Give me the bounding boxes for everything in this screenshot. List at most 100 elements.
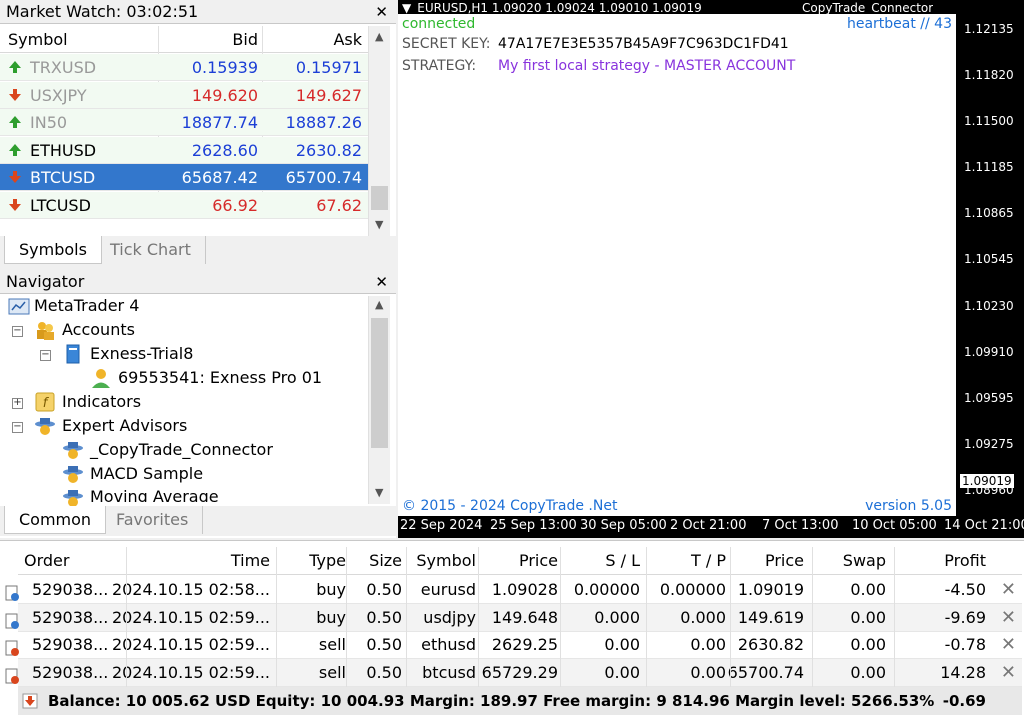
order-col-header[interactable]: Size [369,547,402,575]
col-ask[interactable]: Ask [333,30,362,49]
tree-ea-item[interactable]: MACD Sample [90,462,203,486]
order-cell: btcusd [422,662,476,682]
order-cell: 2630.82 [737,635,804,654]
secret-key-value: 47A17E7E3E5357B45A9F7C963DC1FD41 [498,36,789,52]
collapse-icon[interactable]: − [12,326,23,337]
scroll-up-icon[interactable]: ▲ [375,30,383,43]
collapse-icon[interactable]: − [40,350,51,361]
order-row[interactable]: 529038... 2024.10.15 02:59... sell 0.50 ethu… [5,631,1022,659]
strategy-value: My first local strategy - MASTER ACCOUNT [498,58,796,74]
order-cell: 149.619 [737,607,804,627]
tree-server[interactable]: Exness-Trial8 [90,342,193,366]
scroll-down-icon[interactable]: ▼ [375,218,383,231]
tab-favorites[interactable]: Favorites [102,506,204,534]
market-watch-title-text: Market Watch: 03:02:51 [6,2,199,21]
order-cell: 0.00 [850,635,886,654]
order-cell: 0.50 [366,580,402,599]
order-cell: 0.00 [850,607,886,627]
ask-price: 18887.26 [285,113,362,132]
order-col-header[interactable]: S / L [605,547,640,575]
accounts-icon [37,322,54,340]
price-tick: 1.09275 [964,437,1014,451]
symbol-row[interactable]: USXJPY 149.620 149.627 [0,81,368,109]
tab-tick-chart[interactable]: Tick Chart [96,236,206,264]
scroll-thumb[interactable] [371,318,388,448]
symbol-row[interactable]: IN50 18877.74 18887.26 [0,109,368,136]
tab-common[interactable]: Common [4,506,107,534]
close-order-icon[interactable]: ✕ [1001,580,1016,600]
tree-account[interactable]: 69553541: Exness Pro 01 [118,366,322,390]
symbol-name: USXJPY [30,85,87,105]
tree-ea-item[interactable]: _CopyTrade_Connector [90,438,273,462]
tree-root[interactable]: MetaTrader 4 [34,294,139,318]
order-col-header[interactable]: Symbol [416,547,476,575]
close-order-icon[interactable]: ✕ [1001,607,1016,628]
order-cell: 0.00 [690,635,726,654]
symbol-row[interactable]: BTCUSD 65687.42 65700.74 [0,164,368,191]
order-row[interactable]: 529038... 2024.10.15 02:58... buy 0.50 eurus… [5,576,1022,604]
symbol-row[interactable]: LTCUSD 66.92 67.62 [0,191,368,219]
close-order-icon[interactable]: ✕ [1001,635,1016,655]
current-price-label: 1.09019 [960,474,1014,488]
symbol-row[interactable]: TRXUSD 0.15939 0.15971 [0,54,368,81]
col-symbol[interactable]: Symbol [8,30,68,49]
order-col-header[interactable]: Type [309,547,346,575]
close-icon[interactable]: ✕ [375,0,388,24]
col-bid[interactable]: Bid [232,30,258,49]
order-col-header[interactable]: Price [519,547,558,575]
indicators-icon: f [35,392,55,412]
close-icon[interactable]: ✕ [375,270,388,294]
scroll-thumb[interactable] [371,186,388,210]
column-divider [894,547,895,687]
balance-row: Balance: 10 005.62 USD Equity: 10 004.93… [18,687,1022,715]
order-col-header[interactable]: Profit [944,547,986,575]
date-tick: 10 Oct 05:00 [852,518,937,533]
order-cell: 0.00 [850,580,886,599]
order-cell: -9.69 [944,607,986,627]
sell-order-icon [4,665,20,684]
order-cell: 65700.74 [727,662,804,682]
connection-status: connected [402,16,476,32]
buy-order-icon [4,610,20,629]
order-col-header[interactable]: Order [24,547,69,575]
market-watch-scrollbar[interactable]: ▲ ▼ [368,26,390,236]
navigator-scrollbar[interactable]: ▲ ▼ [368,296,390,504]
chart-window[interactable]: ▼ EURUSD,H1 1.09020 1.09024 1.09010 1.090… [398,0,1024,538]
order-row[interactable]: 529038... 2024.10.15 02:59... buy 0.50 usdjp… [5,603,1022,632]
bid-price: 2628.60 [191,140,258,160]
order-cell: 2024.10.15 02:59... [111,635,270,654]
tree-ea-item[interactable]: Moving Average [90,486,219,502]
price-tick: 1.11500 [964,114,1014,128]
close-order-icon[interactable]: ✕ [1001,662,1016,683]
balance-icon [22,693,38,709]
date-tick: 25 Sep 13:00 [490,518,577,533]
bid-price: 18877.74 [181,113,258,132]
order-row[interactable]: 529038... 2024.10.15 02:59... sell 0.50 btcu… [5,658,1022,687]
order-col-header[interactable]: Price [765,547,804,575]
order-col-header[interactable]: Time [231,547,270,575]
order-col-header[interactable]: T / P [691,547,726,575]
column-divider [478,547,479,687]
ask-price: 67.62 [316,195,362,215]
price-tick: 1.12135 [964,22,1014,36]
scroll-up-icon[interactable]: ▲ [375,298,383,311]
tree-indicators[interactable]: Indicators [62,390,141,414]
order-col-header[interactable]: Swap [843,547,886,575]
column-divider [346,547,347,687]
order-cell: sell [318,662,346,682]
secret-key-label: SECRET KEY: [402,36,491,52]
symbol-row[interactable]: ETHUSD 2628.60 2630.82 [0,136,368,164]
tree-expert-advisors[interactable]: Expert Advisors [62,414,187,438]
expand-icon[interactable]: + [12,398,23,409]
collapse-icon[interactable]: − [12,422,23,433]
tab-symbols[interactable]: Symbols [4,236,102,264]
order-cell: -0.78 [944,635,986,654]
ea-name-text: CopyTrade_Connector [802,1,934,14]
strategy-label: STRATEGY: [402,58,477,74]
tree-accounts[interactable]: Accounts [62,318,135,342]
scroll-down-icon[interactable]: ▼ [375,486,383,499]
chart-menu-icon[interactable]: ▼ [402,1,411,14]
arrow-up-icon [7,59,23,75]
navigator-title-text: Navigator [6,272,85,291]
order-cell: 0.00000 [573,580,640,599]
